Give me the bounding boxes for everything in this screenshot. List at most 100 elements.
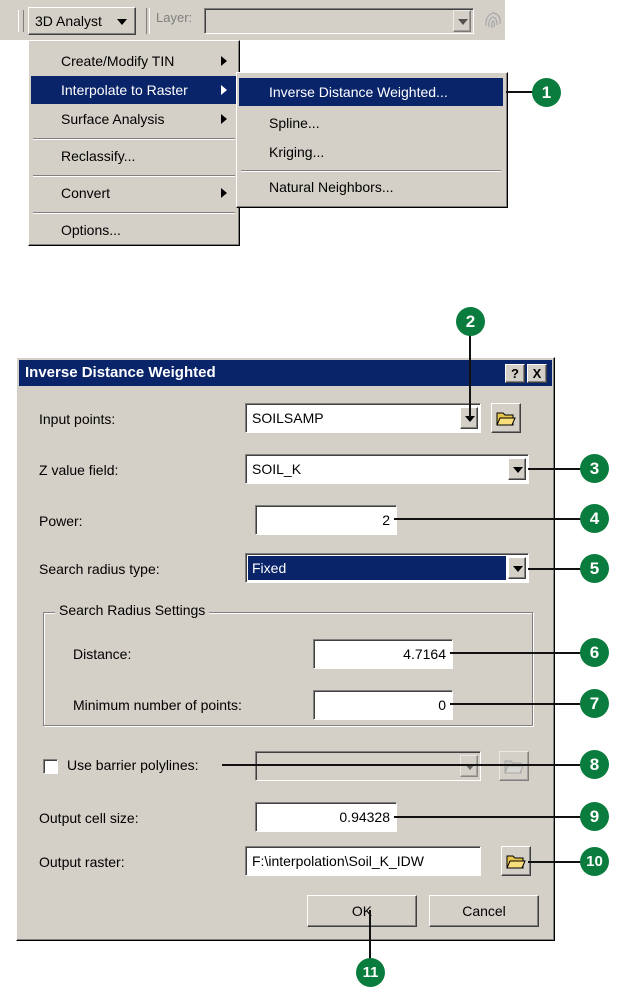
chevron-down-icon (117, 19, 127, 25)
power-value: 2 (382, 512, 390, 528)
toolbar-grip[interactable] (18, 10, 24, 32)
dialog-title: Inverse Distance Weighted (25, 364, 216, 381)
callout-7: 7 (580, 689, 609, 718)
dialog-title-bar[interactable]: Inverse Distance Weighted ? X (19, 360, 552, 386)
barrier-browse-button (499, 751, 529, 781)
output-cell-size-input[interactable]: 0.94328 (255, 802, 397, 832)
cancel-button-label: Cancel (462, 903, 506, 919)
menu-separator (33, 175, 235, 177)
callout-1: 1 (532, 78, 561, 107)
menu-item-create-modify-tin[interactable]: Create/Modify TIN (31, 47, 237, 75)
layer-label: Layer: (156, 10, 193, 25)
search-radius-type-value: Fixed (252, 560, 287, 576)
callout-4: 4 (580, 504, 609, 533)
menu-item-interpolate-to-raster[interactable]: Interpolate to Raster (31, 76, 237, 104)
minimum-points-label: Minimum number of points: (73, 697, 242, 713)
output-raster-browse-button[interactable] (501, 846, 531, 876)
barrier-dropdown-arrow-button (460, 755, 478, 777)
callout-11: 11 (356, 958, 385, 987)
layer-dropdown-arrow-button[interactable] (453, 10, 471, 32)
callout-leader (222, 764, 584, 766)
help-button[interactable]: ? (505, 364, 525, 383)
search-radius-type-label: Search radius type: (39, 561, 160, 577)
chevron-right-icon (221, 114, 227, 124)
menu-item-spline[interactable]: Spline... (239, 109, 503, 137)
output-cell-size-label: Output cell size: (39, 810, 139, 826)
power-label: Power: (39, 513, 83, 529)
close-button[interactable]: X (527, 364, 547, 383)
output-cell-size-value: 0.94328 (339, 809, 390, 825)
callout-leader (528, 861, 584, 863)
use-barrier-label: Use barrier polylines: (67, 757, 199, 773)
3d-analyst-menu-label: 3D Analyst (35, 13, 102, 29)
menu-item-convert[interactable]: Convert (31, 179, 237, 207)
open-folder-icon (496, 412, 516, 426)
menu-item-kriging[interactable]: Kriging... (239, 138, 503, 166)
3d-analyst-menu: Create/Modify TIN Interpolate to Raster … (28, 40, 240, 246)
fingerprint-icon[interactable] (482, 8, 504, 32)
help-icon: ? (511, 366, 519, 381)
output-raster-label: Output raster: (39, 854, 125, 870)
callout-5: 5 (580, 554, 609, 583)
callout-3: 3 (580, 454, 609, 483)
callout-10: 10 (580, 847, 609, 876)
menu-item-inverse-distance-weighted[interactable]: Inverse Distance Weighted... (239, 78, 503, 106)
callout-leader (369, 910, 371, 962)
input-points-select[interactable]: SOILSAMP (245, 403, 481, 433)
output-raster-input[interactable]: F:\interpolation\Soil_K_IDW (245, 846, 481, 876)
cancel-button[interactable]: Cancel (429, 895, 539, 927)
search-radius-dropdown-arrow-button[interactable] (508, 557, 526, 579)
z-value-field-label: Z value field: (39, 462, 119, 478)
menu-item-surface-analysis[interactable]: Surface Analysis (31, 105, 237, 133)
menu-item-label: Create/Modify TIN (61, 53, 175, 69)
menu-separator (241, 170, 501, 172)
menu-item-label: Reclassify... (61, 148, 136, 164)
callout-leader (394, 816, 584, 818)
distance-input[interactable]: 4.7164 (313, 639, 453, 669)
callout-leader (450, 652, 584, 654)
distance-label: Distance: (73, 646, 132, 662)
output-raster-value: F:\interpolation\Soil_K_IDW (252, 853, 424, 869)
minimum-points-input[interactable]: 0 (313, 690, 453, 720)
callout-leader (528, 568, 584, 570)
chevron-right-icon (221, 188, 227, 198)
input-points-browse-button[interactable] (491, 403, 521, 433)
menu-item-label: Interpolate to Raster (61, 82, 188, 98)
menu-item-label: Spline... (269, 115, 320, 131)
distance-value: 4.7164 (403, 646, 446, 662)
idw-dialog: Inverse Distance Weighted ? X Input poin… (16, 357, 555, 941)
menu-item-label: Kriging... (269, 144, 325, 160)
interpolate-submenu: Inverse Distance Weighted... Spline... K… (236, 72, 508, 208)
z-value-field-select[interactable]: SOIL_K (245, 454, 529, 484)
search-radius-type-select[interactable]: Fixed (245, 553, 529, 583)
menu-item-natural-neighbors[interactable]: Natural Neighbors... (239, 173, 503, 201)
menu-item-label: Options... (61, 222, 121, 238)
menu-item-reclassify[interactable]: Reclassify... (31, 142, 237, 170)
callout-leader (469, 334, 471, 418)
callout-8: 8 (580, 750, 609, 779)
z-value-field-value: SOIL_K (252, 461, 302, 477)
callout-leader (394, 518, 584, 520)
chevron-right-icon (221, 56, 227, 66)
3d-analyst-menu-button[interactable]: 3D Analyst (28, 7, 136, 35)
ok-button[interactable]: OK (307, 895, 417, 927)
menu-item-label: Inverse Distance Weighted... (269, 84, 448, 100)
power-input[interactable]: 2 (255, 505, 397, 535)
toolbar-separator (146, 8, 150, 34)
menu-item-label: Natural Neighbors... (269, 179, 394, 195)
open-folder-icon (506, 855, 526, 869)
callout-9: 9 (580, 802, 609, 831)
menu-separator (33, 212, 235, 214)
callout-6: 6 (580, 638, 609, 667)
barrier-select (255, 751, 481, 781)
open-folder-icon (504, 760, 524, 774)
input-points-label: Input points: (39, 411, 116, 427)
z-value-dropdown-arrow-button[interactable] (508, 458, 526, 480)
menu-item-label: Surface Analysis (61, 111, 165, 127)
layer-select[interactable] (204, 8, 474, 34)
close-icon: X (532, 366, 542, 381)
menu-item-options[interactable]: Options... (31, 216, 237, 244)
use-barrier-checkbox[interactable] (43, 759, 58, 774)
menu-item-label: Convert (61, 185, 111, 201)
callout-2: 2 (456, 307, 485, 336)
